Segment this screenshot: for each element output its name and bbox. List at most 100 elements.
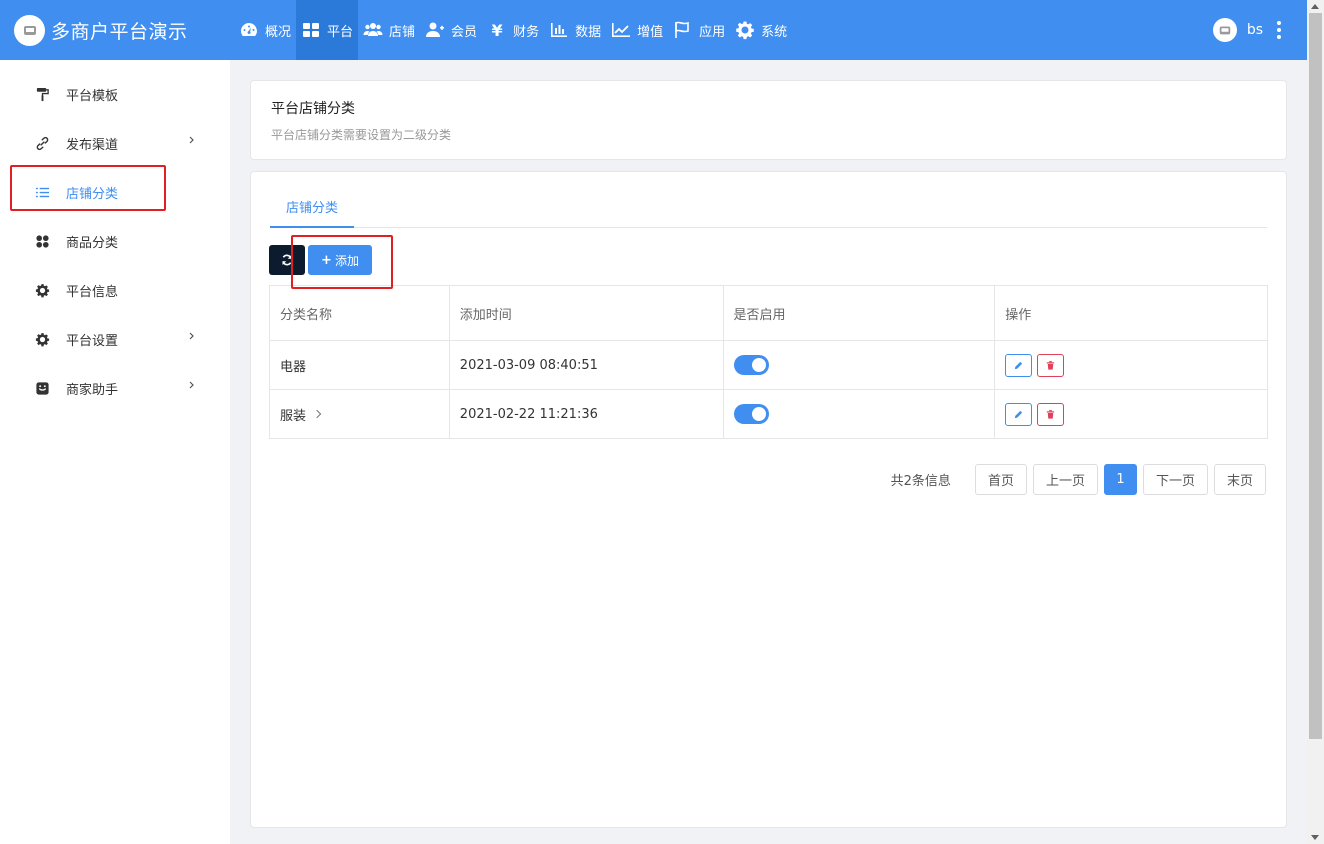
- table-row: 服装 2021-02-22 11:21:36: [269, 389, 1268, 439]
- paint-roller-icon: [34, 86, 50, 102]
- sidebar-item-platform-template[interactable]: 平台模板: [0, 70, 230, 118]
- cell-actions: [994, 389, 1268, 439]
- sidebar-item-label: 商品分类: [66, 235, 119, 251]
- sidebar-item-store-category[interactable]: 店铺分类: [0, 168, 230, 216]
- user-menu: bs: [1212, 0, 1281, 60]
- nav-item-data[interactable]: 数据: [544, 0, 606, 60]
- sidebar-item-platform-info[interactable]: 平台信息: [0, 266, 230, 314]
- cell-actions: [994, 340, 1268, 390]
- enabled-toggle[interactable]: [733, 355, 769, 375]
- column-header: 是否启用: [722, 285, 996, 341]
- list-icon: [34, 184, 50, 200]
- next-page-button[interactable]: 下一页: [1142, 464, 1208, 495]
- page-subtitle: 平台店铺分类需要设置为二级分类: [271, 128, 452, 142]
- nav-item-label: 增值: [637, 24, 664, 40]
- cell-enabled: [722, 340, 996, 390]
- user-plus-icon: [425, 20, 445, 40]
- nav-item-label: 店铺: [389, 24, 416, 40]
- tab-store-category[interactable]: 店铺分类: [270, 186, 355, 228]
- bar-chart-icon: [549, 20, 569, 40]
- delete-button[interactable]: [1037, 353, 1065, 377]
- link-icon: [34, 135, 50, 151]
- add-button[interactable]: + 添加: [308, 245, 372, 275]
- scroll-thumb[interactable]: [1309, 13, 1322, 739]
- gear-icon: [34, 282, 50, 298]
- column-header: 分类名称: [269, 285, 450, 341]
- cell-time: 2021-02-22 11:21:36: [448, 389, 724, 439]
- current-page-button[interactable]: 1: [1103, 464, 1137, 495]
- column-header: 操作: [994, 285, 1268, 341]
- table-row: 电器 2021-03-09 08:40:51: [269, 340, 1268, 390]
- category-name: 电器: [280, 359, 307, 375]
- smile-icon: [34, 380, 50, 396]
- nav-item-label: 概况: [265, 24, 292, 40]
- grid-icon: [301, 20, 321, 40]
- flag-icon: [673, 20, 693, 40]
- avatar[interactable]: [1212, 18, 1237, 42]
- nav-item-overview[interactable]: 概况: [234, 0, 296, 60]
- refresh-button[interactable]: [269, 245, 305, 275]
- trash-icon: [1047, 360, 1055, 370]
- nav-item-system[interactable]: 系统: [730, 0, 792, 60]
- sidebar-item-label: 商家助手: [66, 382, 119, 398]
- page-title: 平台店铺分类: [271, 101, 355, 117]
- sidebar-item-label: 平台模板: [66, 88, 119, 104]
- expand-chevron-icon[interactable]: [312, 409, 322, 419]
- pencil-icon: [1015, 361, 1023, 369]
- nav-item-label: 数据: [575, 24, 602, 40]
- sidebar: 平台模板 发布渠道 店铺分类 商品分类 平台信息 平台设置 商家助手: [0, 60, 230, 844]
- content-card: 店铺分类 + 添加 分类名称 添加时间 是否启用 操作 电器 2021-03-09…: [250, 171, 1287, 828]
- trash-icon: [1047, 409, 1055, 419]
- sidebar-item-merchant-assistant[interactable]: 商家助手: [0, 364, 230, 412]
- table-header-row: 分类名称 添加时间 是否启用 操作: [269, 285, 1268, 341]
- nav-item-apps[interactable]: 应用: [668, 0, 730, 60]
- nav-item-stores[interactable]: 店铺: [358, 0, 420, 60]
- brand[interactable]: 多商户平台演示: [0, 0, 230, 60]
- sidebar-item-product-category[interactable]: 商品分类: [0, 217, 230, 265]
- cell-time: 2021-03-09 08:40:51: [448, 340, 724, 390]
- last-page-button[interactable]: 末页: [1213, 464, 1266, 495]
- yen-icon: ¥: [491, 20, 503, 40]
- pagination-total: 共2条信息: [890, 474, 951, 489]
- dashboard-icon: [239, 20, 259, 40]
- top-nav: 概况 平台 店铺 会员 ¥ 财务 数据 增值 应用 系统: [234, 0, 792, 60]
- vertical-scrollbar[interactable]: [1307, 0, 1324, 844]
- category-table: 分类名称 添加时间 是否启用 操作 电器 2021-03-09 08:40:51…: [269, 285, 1268, 439]
- prev-page-button[interactable]: 上一页: [1032, 464, 1098, 495]
- nav-item-label: 会员: [451, 24, 478, 40]
- tab-bar: 店铺分类: [270, 186, 1267, 228]
- nav-item-members[interactable]: 会员: [420, 0, 482, 60]
- users-icon: [363, 20, 383, 40]
- page-header-card: 平台店铺分类 平台店铺分类需要设置为二级分类: [250, 80, 1287, 160]
- cell-name: 服装: [269, 389, 450, 439]
- nav-item-label: 财务: [513, 24, 540, 40]
- sidebar-item-label: 店铺分类: [66, 186, 119, 202]
- sidebar-item-publish-channel[interactable]: 发布渠道: [0, 119, 230, 167]
- nav-item-finance[interactable]: ¥ 财务: [482, 0, 544, 60]
- enabled-toggle[interactable]: [733, 404, 769, 424]
- first-page-button[interactable]: 首页: [974, 464, 1027, 495]
- scroll-up-arrow-icon[interactable]: [1311, 4, 1319, 9]
- sidebar-item-platform-settings[interactable]: 平台设置: [0, 315, 230, 363]
- line-chart-icon: [611, 20, 631, 40]
- top-navbar: 多商户平台演示 概况 平台 店铺 会员 ¥ 财务 数据 增值 应用 系统 bs: [0, 0, 1307, 60]
- edit-button[interactable]: [1005, 353, 1033, 377]
- chevron-right-icon: [189, 381, 194, 389]
- username[interactable]: bs: [1247, 22, 1263, 38]
- add-button-label: 添加: [334, 253, 359, 268]
- nav-item-label: 应用: [699, 24, 726, 40]
- nav-item-value-added[interactable]: 增值: [606, 0, 668, 60]
- scroll-down-arrow-icon[interactable]: [1311, 835, 1319, 840]
- more-menu-icon[interactable]: [1277, 21, 1281, 39]
- delete-button[interactable]: [1037, 402, 1065, 426]
- edit-button[interactable]: [1005, 402, 1033, 426]
- chevron-right-icon: [189, 332, 194, 340]
- brand-logo-icon: [14, 14, 45, 46]
- cell-name: 电器: [269, 340, 450, 390]
- column-header: 添加时间: [448, 285, 724, 341]
- pagination: 共2条信息 首页 上一页 1 下一页 末页: [891, 464, 1266, 495]
- category-name: 服装: [280, 408, 307, 424]
- chevron-right-icon: [189, 136, 194, 144]
- nav-item-platform[interactable]: 平台: [296, 0, 359, 60]
- sidebar-item-label: 发布渠道: [66, 137, 119, 153]
